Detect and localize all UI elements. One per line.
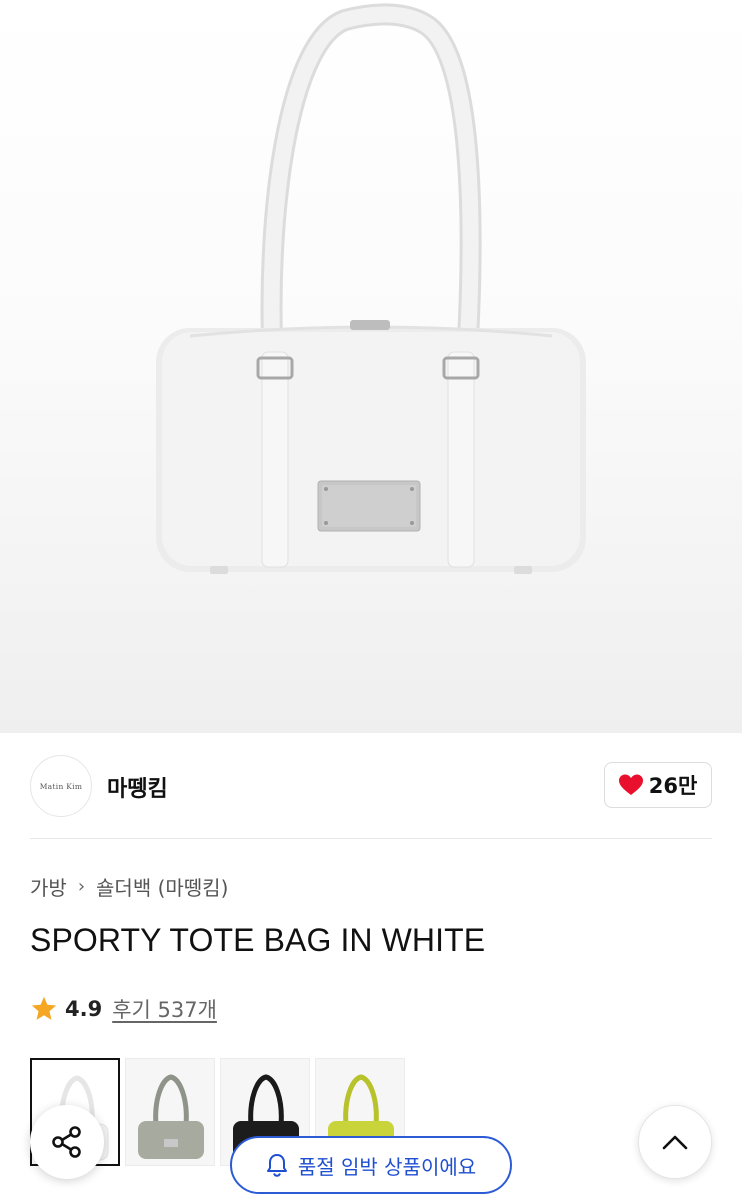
bag-illustration	[156, 3, 586, 574]
chevron-up-icon	[662, 1135, 688, 1150]
breadcrumb-subcategory[interactable]: 숄더백 (마뗑킴)	[96, 872, 228, 901]
share-icon	[52, 1126, 81, 1158]
star-icon	[31, 996, 57, 1020]
brand-logo-text: Matin Kim	[39, 781, 83, 791]
brand-name[interactable]: 마뗑킴	[107, 771, 168, 803]
product-image[interactable]	[0, 0, 742, 733]
color-option-gray[interactable]	[125, 1058, 215, 1166]
breadcrumb: 가방 › 숄더백 (마뗑킴)	[30, 872, 228, 901]
chevron-right-icon: ›	[77, 876, 86, 897]
bell-icon	[266, 1154, 287, 1177]
like-count: 26만	[648, 774, 698, 798]
soldout-label: 품절 임박 상품이에요	[297, 1154, 477, 1179]
bag-thumbnail	[138, 1074, 204, 1159]
rating-score: 4.9	[65, 997, 103, 1021]
scroll-top-button[interactable]	[638, 1105, 712, 1179]
product-title: SPORTY TOTE BAG IN WHITE	[30, 922, 486, 958]
brand-row[interactable]: Matin Kim 마뗑킴 26만	[0, 733, 742, 839]
rating: 4.9 후기 537개	[30, 994, 217, 1024]
like-button[interactable]: 26만	[604, 762, 712, 808]
review-link[interactable]: 후기 537개	[112, 994, 217, 1024]
brand-logo[interactable]: Matin Kim	[30, 755, 92, 817]
divider	[30, 838, 712, 839]
heart-icon	[618, 774, 643, 795]
soldout-notice[interactable]: 품절 임박 상품이에요	[230, 1136, 512, 1194]
share-button[interactable]	[30, 1105, 104, 1179]
breadcrumb-category[interactable]: 가방	[30, 872, 67, 901]
